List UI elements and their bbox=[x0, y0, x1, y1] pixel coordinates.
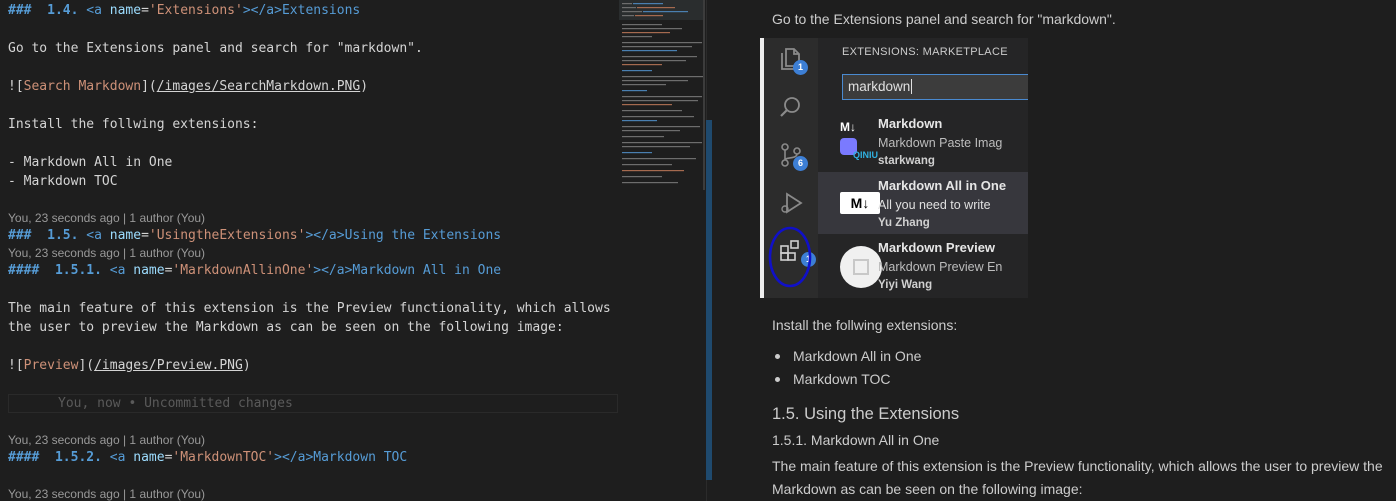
paragraph-line: the user to preview the Markdown as can … bbox=[8, 320, 564, 335]
run-debug-icon bbox=[781, 192, 803, 214]
editor-scrollbar[interactable] bbox=[706, 120, 712, 480]
extension-description: Markdown Preview En bbox=[878, 260, 1003, 274]
preview-install-text: Install the follwing extensions: bbox=[772, 317, 958, 333]
list-item: Markdown TOC bbox=[775, 371, 891, 387]
activity-bar: 1 6 1 bbox=[764, 38, 818, 298]
minimap[interactable] bbox=[619, 0, 705, 190]
markdown-preview: Go to the Extensions panel and search fo… bbox=[720, 0, 1396, 501]
extension-name: Markdown Preview bbox=[878, 240, 996, 255]
extensions-screenshot-image: 1 6 1 EXTENSIONS: MARKETPLACE markdown M… bbox=[760, 38, 1028, 298]
extension-name: Markdown All in One bbox=[878, 178, 1007, 193]
markdown-logo-icon: M↓ bbox=[840, 192, 880, 214]
annotation-circle bbox=[768, 226, 812, 288]
panel-title: EXTENSIONS: MARKETPLACE bbox=[842, 46, 1008, 58]
preview-paragraph: The main feature of this extension is th… bbox=[772, 458, 1383, 474]
list-item-line: - Markdown TOC bbox=[8, 174, 118, 189]
git-blame-codelens[interactable]: You, 23 seconds ago | 1 author (You) bbox=[8, 246, 205, 260]
extension-search-input: markdown bbox=[842, 74, 1028, 100]
intro-line: Go to the Extensions panel and search fo… bbox=[8, 41, 423, 56]
heading-1-5-1-line: #### 1.5.1. <a name='MarkdownAllinOne'><… bbox=[8, 263, 502, 278]
extension-item: M↓ QINIU Markdown Markdown Paste Imag st… bbox=[818, 110, 1028, 172]
extension-name: Markdown bbox=[878, 116, 943, 131]
markdown-preview-logo-icon bbox=[840, 246, 882, 288]
extensions-marketplace-panel: EXTENSIONS: MARKETPLACE markdown M↓ QINI… bbox=[818, 38, 1028, 298]
git-blame-codelens[interactable]: You, 23 seconds ago | 1 author (You) bbox=[8, 487, 205, 501]
preview-paragraph: Markdown as can be seen on the following… bbox=[772, 481, 1083, 497]
uncommitted-changes-hint: You, now • Uncommitted changes bbox=[8, 394, 618, 413]
search-icon bbox=[780, 97, 800, 117]
extension-item: M↓ Markdown All in One All you need to w… bbox=[818, 172, 1028, 234]
extension-description: Markdown Paste Imag bbox=[878, 136, 1003, 150]
extension-description: All you need to write bbox=[878, 198, 991, 212]
heading-1-5-line: ### 1.5. <a name='UsingtheExtensions'></… bbox=[8, 228, 502, 243]
extension-author: Yiyi Wang bbox=[878, 279, 933, 291]
list-item-line: - Markdown All in One bbox=[8, 155, 173, 170]
extension-author: starkwang bbox=[878, 155, 935, 167]
heading-1-4-line: ### 1.4. <a name='Extensions'></a>Extens… bbox=[8, 3, 361, 18]
git-blame-codelens[interactable]: You, 23 seconds ago | 1 author (You) bbox=[8, 433, 205, 447]
scm-badge: 6 bbox=[793, 156, 808, 171]
list-item: Markdown All in One bbox=[774, 348, 922, 364]
heading-1-5-2-line: #### 1.5.2. <a name='MarkdownTOC'></a>Ma… bbox=[8, 450, 408, 465]
extension-item: Markdown Preview Markdown Preview En Yiy… bbox=[818, 234, 1028, 296]
extension-author: Yu Zhang bbox=[878, 217, 930, 229]
preview-intro: Go to the Extensions panel and search fo… bbox=[772, 11, 1116, 27]
explorer-badge: 1 bbox=[793, 60, 808, 75]
git-blame-codelens[interactable]: You, 23 seconds ago | 1 author (You) bbox=[8, 211, 205, 225]
search-image-link-line: ![Search Markdown](/images/SearchMarkdow… bbox=[8, 79, 369, 94]
preview-heading-1-5: 1.5. Using the Extensions bbox=[772, 405, 960, 423]
install-line: Install the follwing extensions: bbox=[8, 117, 259, 132]
preview-heading-1-5-1: 1.5.1. Markdown All in One bbox=[772, 432, 940, 448]
qiniu-logo: QINIU bbox=[853, 150, 879, 160]
markdown-editor[interactable]: ### 1.4. <a name='Extensions'></a>Extens… bbox=[0, 0, 706, 501]
preview-image-link-line: ![Preview](/images/Preview.PNG) bbox=[8, 358, 251, 373]
markdown-logo-icon: M↓ bbox=[840, 120, 856, 134]
paragraph-line: The main feature of this extension is th… bbox=[8, 301, 611, 316]
